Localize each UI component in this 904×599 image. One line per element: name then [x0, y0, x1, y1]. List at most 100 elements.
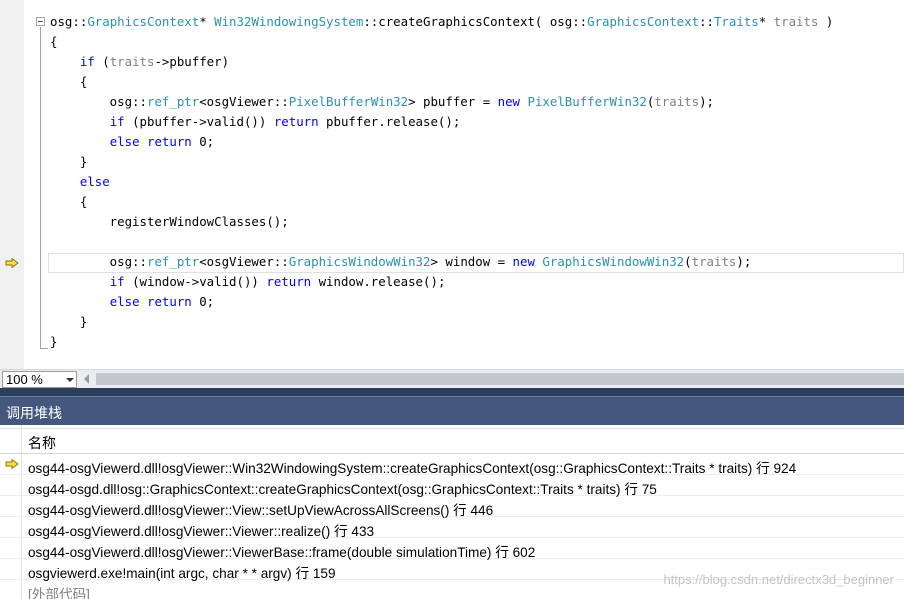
code-token: return: [266, 274, 312, 289]
code-token: ref_ptr: [146, 254, 200, 269]
code-token: 0;: [191, 294, 215, 309]
panel-title: 调用堆栈: [6, 405, 62, 421]
code-token: ref_ptr: [146, 94, 200, 109]
code-token: (: [94, 54, 110, 69]
code-line[interactable]: osg::ref_ptr<osgViewer::PixelBufferWin32…: [50, 92, 833, 112]
code-token: return: [147, 294, 192, 309]
frame-name: osg44-osgViewerd.dll!osgViewer::View::se…: [28, 503, 494, 518]
code-text[interactable]: osg::GraphicsContext * Win32WindowingSyst…: [50, 12, 833, 352]
code-token: 0;: [191, 134, 215, 149]
call-stack-title-bar[interactable]: 调用堆栈: [0, 396, 904, 425]
code-token: traits: [109, 54, 155, 69]
code-editor[interactable]: osg::GraphicsContext * Win32WindowingSyst…: [0, 0, 904, 369]
code-token: <osgViewer::: [199, 94, 289, 109]
call-stack-row[interactable]: osg44-osgd.dll!osg::GraphicsContext::cre…: [0, 475, 904, 497]
code-token: (: [684, 254, 692, 269]
code-token: (window->valid()): [124, 274, 267, 289]
chevron-down-icon[interactable]: [66, 378, 74, 382]
column-header-name[interactable]: 名称: [28, 433, 56, 453]
code-line[interactable]: osg::GraphicsContext * Win32WindowingSyst…: [50, 12, 833, 32]
collapse-toggle-icon[interactable]: [36, 17, 45, 26]
frame-name: osg44-osgd.dll!osg::GraphicsContext::cre…: [28, 482, 657, 497]
code-line[interactable]: }: [50, 312, 833, 332]
code-line[interactable]: }: [50, 152, 833, 172]
frame-name: osg44-osgViewerd.dll!osgViewer::Win32Win…: [28, 461, 797, 476]
panel-splitter[interactable]: [0, 388, 904, 396]
code-token: {: [50, 194, 88, 209]
code-token: traits: [773, 14, 819, 29]
code-line[interactable]: if (window->valid()) return window.relea…: [50, 272, 833, 292]
code-token: return: [273, 114, 319, 129]
code-token: osg::: [50, 254, 147, 269]
outlining-margin: [24, 0, 38, 369]
call-stack-row[interactable]: osg44-osgViewerd.dll!osgViewer::View::se…: [0, 496, 904, 518]
code-token: else: [109, 294, 140, 309]
code-line[interactable]: else return 0;: [50, 132, 833, 152]
current-frame-arrow-icon: [5, 459, 19, 469]
execution-pointer-arrow-icon: [5, 258, 19, 268]
code-line[interactable]: {: [50, 32, 833, 52]
code-token: new: [497, 94, 521, 109]
code-token: GraphicsWindowWin32: [542, 254, 685, 269]
code-token: return: [147, 134, 192, 149]
code-line[interactable]: {: [50, 72, 833, 92]
code-token: pbuffer.release();: [318, 114, 461, 129]
code-token: else: [109, 134, 140, 149]
code-line[interactable]: }: [50, 332, 833, 352]
code-line[interactable]: [50, 232, 833, 252]
frame-name: [外部代码]: [28, 587, 90, 599]
code-token: new: [512, 254, 535, 269]
frame-name: osg44-osgViewerd.dll!osgViewer::Viewer::…: [28, 524, 375, 539]
code-token: Traits: [713, 14, 759, 29]
code-token: if: [79, 54, 95, 69]
code-token: Win32WindowingSystem: [214, 14, 364, 29]
call-stack-grid[interactable]: 名称 osg44-osgViewerd.dll!osgViewer::Win32…: [0, 425, 904, 599]
code-token: > pbuffer =: [408, 94, 498, 109]
zoom-value: 100 %: [6, 372, 43, 387]
code-token: {: [50, 74, 88, 89]
code-line[interactable]: else return 0;: [50, 292, 833, 312]
outline-guide-line: [40, 27, 41, 349]
zoom-dropdown[interactable]: 100 %: [2, 371, 77, 388]
code-token: registerWindowClasses();: [50, 214, 289, 229]
outline-guide-end: [40, 348, 48, 349]
code-line[interactable]: osg::ref_ptr<osgViewer::GraphicsWindowWi…: [50, 252, 833, 272]
call-stack-row[interactable]: osg44-osgViewerd.dll!osgViewer::ViewerBa…: [0, 538, 904, 560]
code-token: ::: [699, 14, 714, 29]
code-token: }: [50, 154, 88, 169]
code-token: GraphicsWindowWin32: [288, 254, 431, 269]
code-token: else: [79, 174, 110, 189]
code-token: <osgViewer::: [199, 254, 289, 269]
code-line[interactable]: if (traits->pbuffer): [50, 52, 833, 72]
code-token: }: [50, 334, 58, 349]
code-token: ->pbuffer): [154, 54, 230, 69]
indicator-margin[interactable]: [0, 0, 24, 369]
code-token: *: [758, 14, 774, 29]
code-token: ): [818, 14, 834, 29]
code-token: if: [109, 274, 125, 289]
code-line[interactable]: registerWindowClasses();: [50, 212, 833, 232]
code-token: GraphicsContext: [587, 14, 700, 29]
code-token: > window =: [430, 254, 513, 269]
editor-bottom-bar: 100 %: [0, 369, 904, 388]
code-token: osg::: [50, 14, 88, 29]
frame-name: osgviewerd.exe!main(int argc, char * * a…: [28, 566, 336, 581]
code-token: *: [199, 14, 215, 29]
code-token: {: [50, 34, 58, 49]
call-stack-row[interactable]: osg44-osgViewerd.dll!osgViewer::Win32Win…: [0, 454, 904, 476]
horizontal-scrollbar[interactable]: [96, 373, 904, 385]
code-token: (pbuffer->valid()): [124, 114, 274, 129]
code-line[interactable]: {: [50, 192, 833, 212]
code-line[interactable]: if (pbuffer->valid()) return pbuffer.rel…: [50, 112, 833, 132]
code-token: traits: [654, 94, 700, 109]
scroll-left-arrow-icon[interactable]: [84, 374, 89, 384]
code-line[interactable]: else: [50, 172, 833, 192]
watermark: https://blog.csdn.net/directx3d_beginner: [663, 572, 894, 587]
call-stack-row[interactable]: osg44-osgViewerd.dll!osgViewer::Viewer::…: [0, 517, 904, 539]
